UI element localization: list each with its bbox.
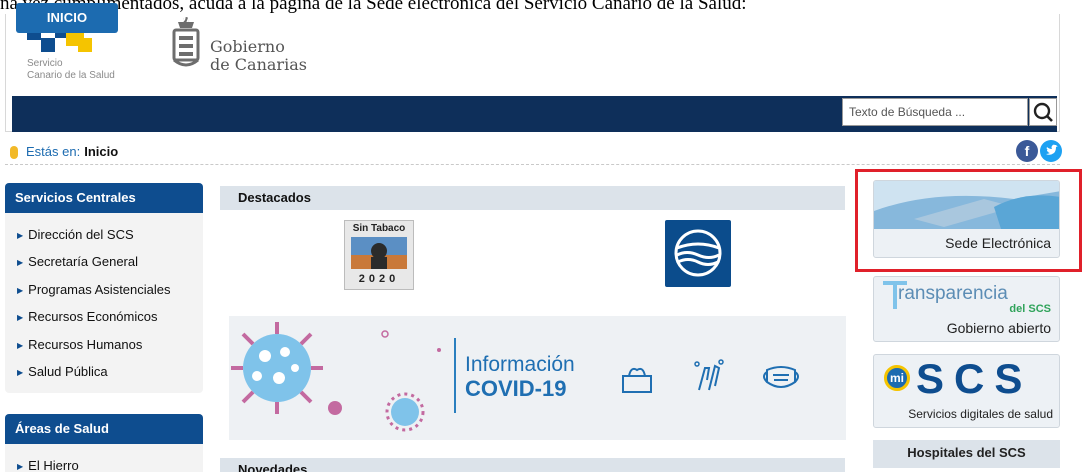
transparencia-title: ransparencia bbox=[898, 283, 1008, 304]
nav-servicios[interactable]: SERVICIOS bbox=[476, 0, 547, 36]
covid-19-text: COVID-19 bbox=[465, 376, 567, 401]
scs-brand-text: SCS bbox=[916, 355, 1033, 402]
list-item[interactable]: ▶ Dirección del SCS bbox=[5, 221, 203, 248]
mi-badge: mi bbox=[884, 365, 910, 391]
servicios-digitales-banner[interactable]: mi SCS Servicios digitales de salud bbox=[873, 354, 1060, 428]
covid-banner[interactable]: Información COVID-19 bbox=[229, 316, 846, 440]
breadcrumb-label: Estás en: bbox=[26, 144, 81, 159]
search-input[interactable]: Texto de Búsqueda ... bbox=[842, 98, 1028, 126]
facebook-icon[interactable]: f bbox=[1016, 140, 1038, 162]
location-pin-icon bbox=[10, 146, 18, 160]
list-item[interactable]: ▶ Secretaría General bbox=[5, 248, 203, 275]
breadcrumb-current[interactable]: Inicio bbox=[84, 144, 118, 159]
servicios-centrales-title: Servicios Centrales bbox=[5, 183, 203, 213]
list-item[interactable]: ▶ Recursos Humanos bbox=[5, 331, 203, 358]
breadcrumb-divider bbox=[5, 164, 1060, 165]
covid-divider bbox=[454, 338, 456, 413]
search-button[interactable] bbox=[1029, 98, 1057, 126]
face-mask-icon bbox=[763, 366, 799, 388]
list-item[interactable]: ▶ Recursos Económicos bbox=[5, 303, 203, 330]
gob-logo-line2: de Canarias bbox=[210, 55, 307, 74]
list-item[interactable]: ▶ El Hierro bbox=[5, 452, 203, 472]
sin-tabaco-title: Sin Tabaco bbox=[352, 223, 406, 234]
hospitales-header[interactable]: Hospitales del SCS bbox=[873, 440, 1060, 468]
areas-salud-box: Áreas de Salud ▶ El Hierro bbox=[5, 414, 203, 472]
nav-inicio[interactable]: INICIO bbox=[16, 3, 118, 33]
destacados-header: Destacados bbox=[220, 186, 845, 210]
servicios-centrales-box: Servicios Centrales ▶ Dirección del SCS ▶… bbox=[5, 183, 203, 393]
tissue-box-icon bbox=[622, 367, 652, 393]
transparencia-sub: del SCS bbox=[1009, 303, 1051, 315]
wave-logo-icon bbox=[674, 229, 722, 277]
sin-tabaco-tile[interactable]: Sin Tabaco 2020 bbox=[344, 220, 414, 290]
novedades-header: Novedades bbox=[220, 458, 845, 472]
servicios-digitales-label: Servicios digitales de salud bbox=[908, 407, 1053, 421]
search-icon bbox=[1033, 102, 1053, 122]
gob-logo-line1: Gobierno bbox=[210, 37, 285, 56]
breadcrumb: Estás en: Inicio bbox=[10, 142, 118, 162]
sin-tabaco-year: 2020 bbox=[358, 273, 400, 285]
twitter-icon[interactable] bbox=[1040, 140, 1062, 162]
covid-info-text: Información bbox=[465, 353, 575, 376]
virus-icon bbox=[231, 322, 441, 432]
nav-profesionales[interactable]: PROFESIONALES bbox=[300, 0, 413, 36]
handwash-icon bbox=[694, 359, 724, 391]
scs-logo-line1: Servicio bbox=[27, 58, 63, 69]
sin-tabaco-image bbox=[351, 237, 407, 269]
nav-ciudadania[interactable]: CIUDADANÍA bbox=[154, 0, 237, 36]
gobierno-abierto-label: Gobierno abierto bbox=[946, 320, 1051, 336]
areas-salud-title: Áreas de Salud bbox=[5, 414, 203, 444]
scs-logo-line2: Canario de la Salud bbox=[27, 70, 115, 81]
list-item[interactable]: ▶ Programas Asistenciales bbox=[5, 276, 203, 303]
highlight-box bbox=[855, 169, 1082, 272]
bandera-azul-tile[interactable] bbox=[665, 220, 731, 287]
transparencia-banner[interactable]: ransparencia del SCS Gobierno abierto bbox=[873, 276, 1060, 342]
list-item[interactable]: ▶ Salud Pública bbox=[5, 358, 203, 385]
